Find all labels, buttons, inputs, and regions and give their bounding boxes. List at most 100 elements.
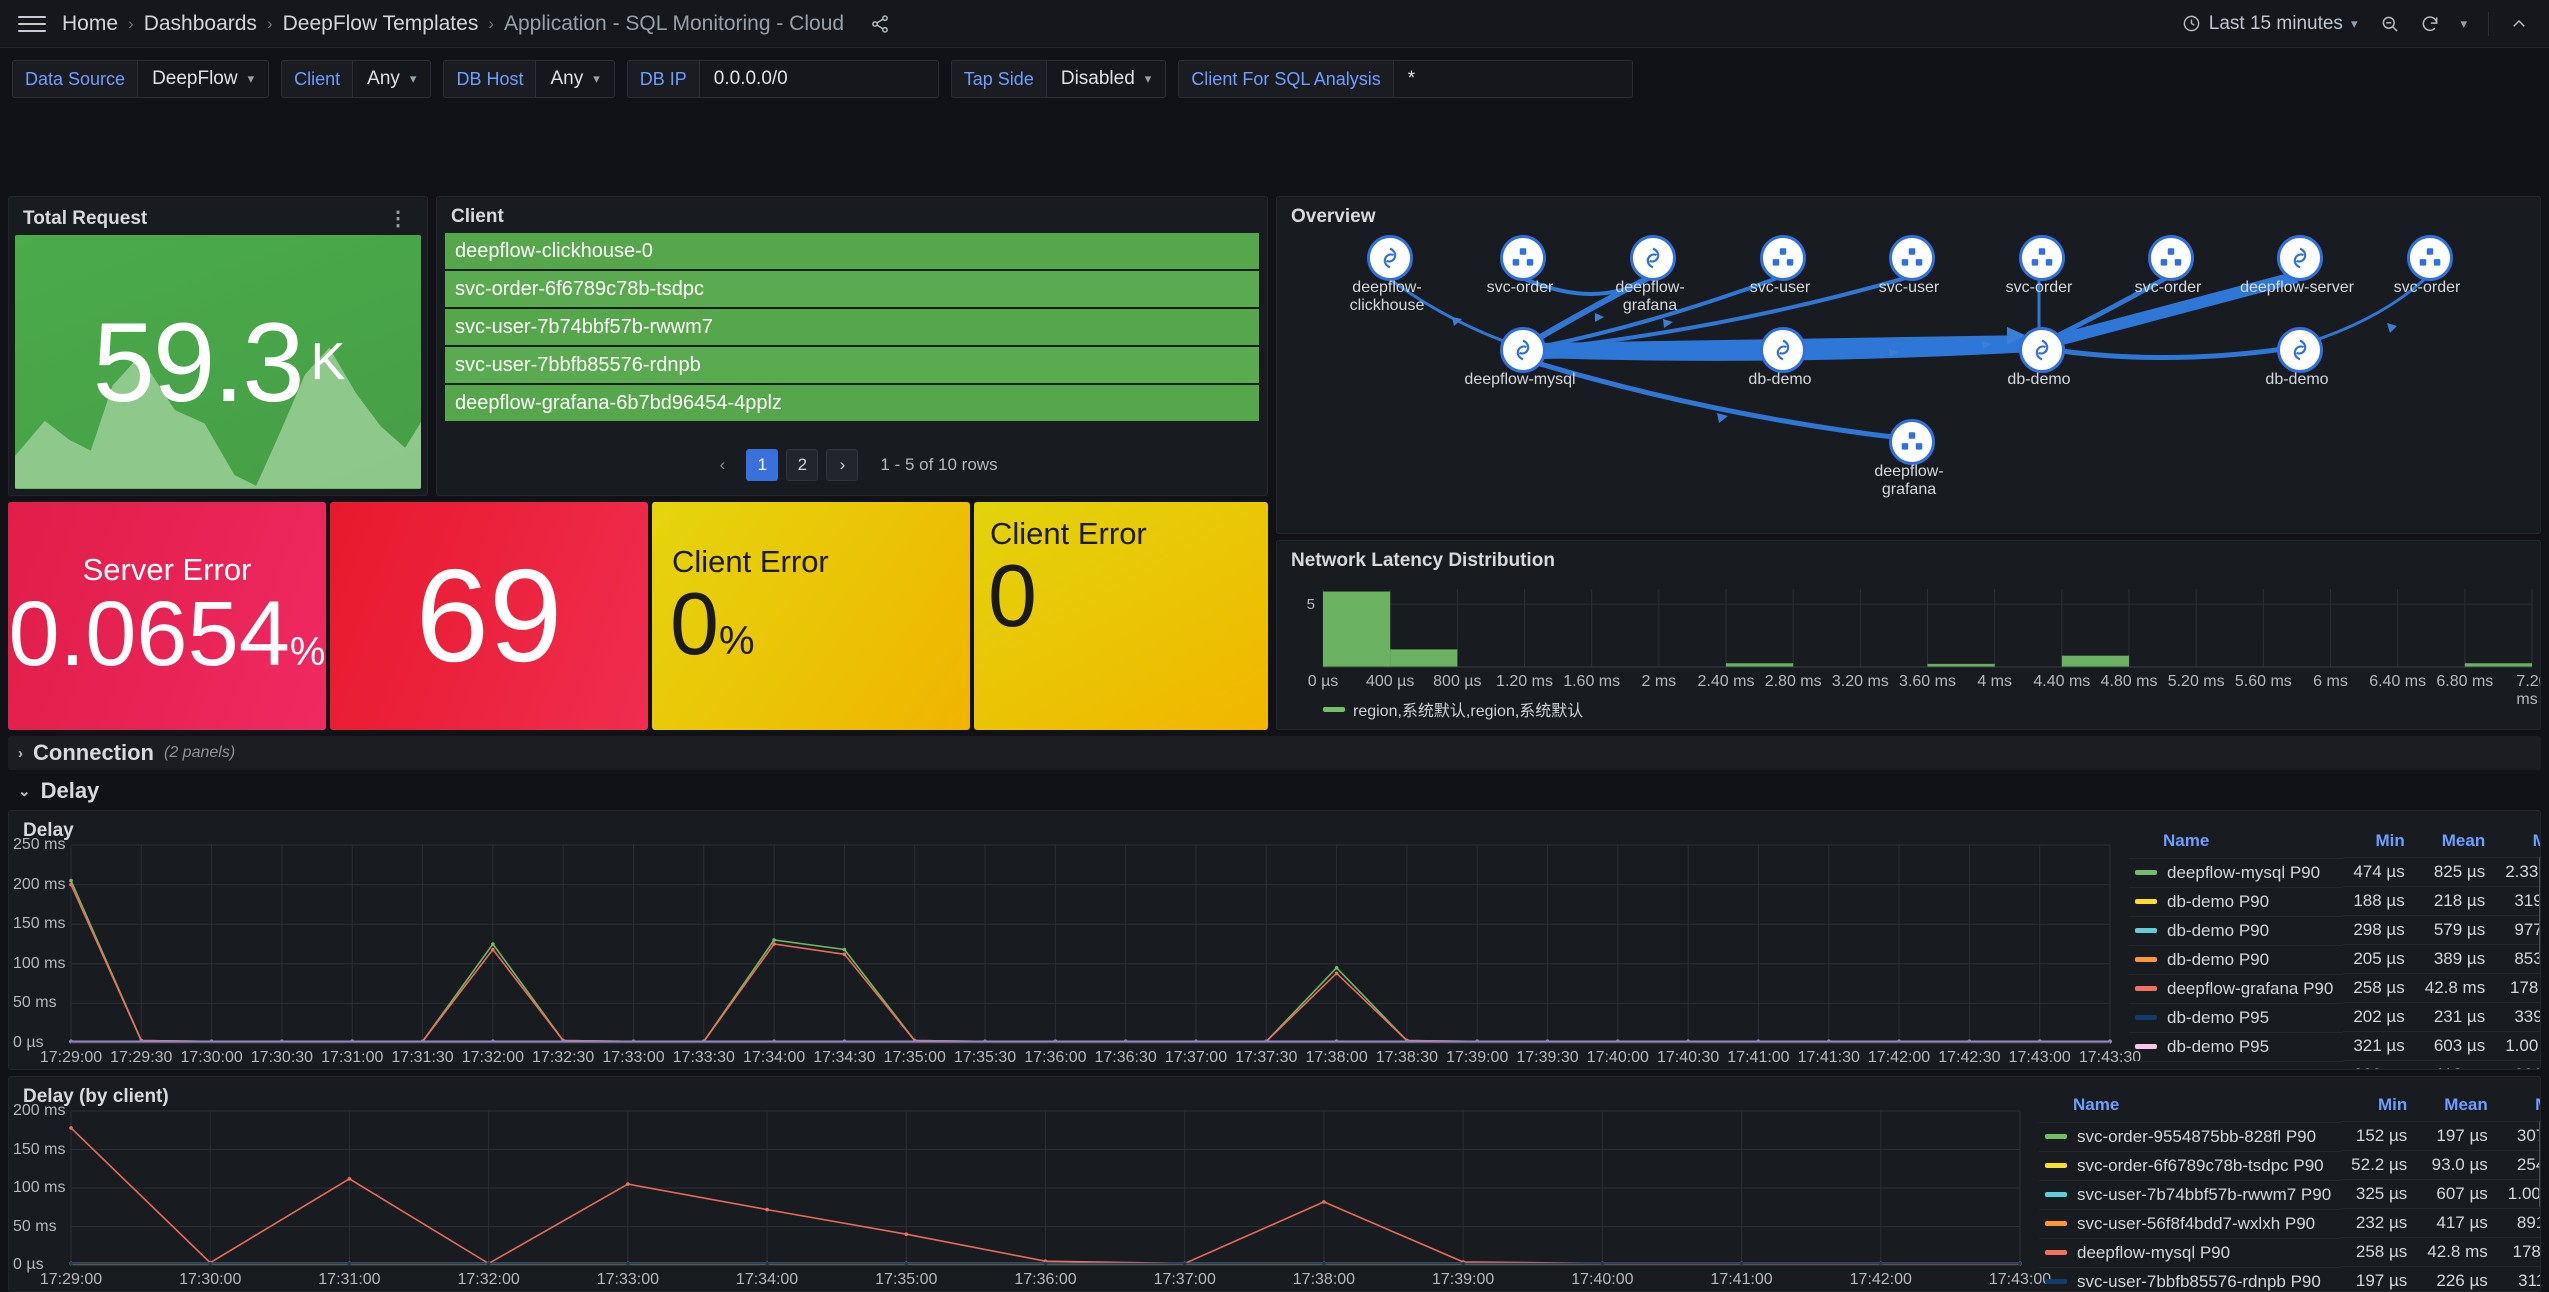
time-range-picker[interactable]: Last 15 minutes ▾ <box>2176 9 2364 39</box>
topology-node-k8s-pod-icon[interactable] <box>1889 419 1935 465</box>
legend-row[interactable]: db-demo P95229 µs413 µs886 µs <box>2129 1061 2541 1071</box>
legend-row[interactable]: db-demo P90205 µs389 µs853 µs <box>2129 945 2541 974</box>
legend-max-value: 977 µs <box>2495 916 2541 945</box>
panel-client-error-count[interactable]: Client Error 0 <box>974 502 1268 730</box>
legend-color-swatch <box>2135 986 2157 991</box>
variable-select-client[interactable]: Any ▾ <box>352 60 431 98</box>
table-row[interactable]: svc-user-7b74bbf57b-rwwm7 <box>445 309 1259 345</box>
topology-node-deepflow-icon[interactable] <box>1630 235 1676 281</box>
variable-label-db-host[interactable]: DB Host <box>443 60 535 98</box>
variable-label-client[interactable]: Client <box>281 60 352 98</box>
collapse-toolbar-button[interactable] <box>2507 12 2531 36</box>
variable-bar: Data Source DeepFlow ▾ Client Any ▾ DB H… <box>0 48 2549 108</box>
legend-mean-value: 825 µs <box>2415 858 2495 887</box>
legend-col-name[interactable]: Name <box>2129 829 2343 858</box>
legend-series-name: svc-order-6f6789c78b-tsdpc P90 <box>2039 1151 2341 1180</box>
legend-col-mean[interactable]: Mean <box>2415 829 2495 858</box>
legend-row[interactable]: svc-user-7bbfb85576-rdnpb P90197 µs226 µ… <box>2039 1267 2541 1292</box>
histogram-plot[interactable]: 5 0 µs400 µs800 µs1.20 ms1.60 ms2 ms2.40… <box>1277 575 2540 729</box>
panel-server-error-percent[interactable]: Server Error 0.0654% <box>8 502 326 730</box>
variable-label-tap-side[interactable]: Tap Side <box>951 60 1046 98</box>
table-row[interactable]: deepflow-clickhouse-0 <box>445 233 1259 269</box>
breadcrumb-item-deepflow-templates[interactable]: DeepFlow Templates <box>283 12 479 36</box>
row-header-connection[interactable]: › Connection (2 panels) <box>8 736 2541 770</box>
table-row[interactable]: deepflow-grafana-6b7bd96454-4pplz <box>445 385 1259 421</box>
variable-input-client-for-sql-analysis[interactable]: * <box>1393 60 1633 98</box>
topology-node-k8s-pod-icon[interactable] <box>2019 235 2065 281</box>
legend-col-max[interactable]: Max <box>2495 829 2541 858</box>
zoom-out-button[interactable] <box>2377 11 2403 37</box>
topology-node-deepflow-icon[interactable] <box>2019 327 2065 373</box>
legend-row[interactable]: db-demo P95202 µs231 µs339 µs <box>2129 1003 2541 1032</box>
axis-tick-label: 17:36:30 <box>1095 1049 1157 1067</box>
refresh-interval-chevron-icon[interactable]: ▾ <box>2457 13 2470 35</box>
legend-row[interactable]: db-demo P90298 µs579 µs977 µs <box>2129 916 2541 945</box>
legend-row[interactable]: svc-user-56f8f4bdd7-wxlxh P90232 µs417 µ… <box>2039 1209 2541 1238</box>
topology-node-k8s-pod-icon[interactable] <box>2407 235 2453 281</box>
legend-row[interactable]: deepflow-mysql P90474 µs825 µs2.33 ms <box>2129 858 2541 887</box>
legend-max-value: 178 ms <box>2495 974 2541 1003</box>
legend-col-mean[interactable]: Mean <box>2417 1093 2497 1122</box>
delay-by-client-legend-table[interactable]: Name Min Mean Max svc-order-9554875bb-82… <box>2039 1093 2541 1292</box>
legend-series-label: svc-user-56f8f4bdd7-wxlxh P90 <box>2077 1214 2315 1234</box>
topology-node-deepflow-icon[interactable] <box>1367 235 1413 281</box>
pagination-page-2[interactable]: 2 <box>786 449 818 481</box>
row-header-delay[interactable]: ⌄ Delay <box>8 776 2541 806</box>
legend-row[interactable]: deepflow-grafana P90258 µs42.8 ms178 ms <box>2129 974 2541 1003</box>
variable-label-db-ip[interactable]: DB IP <box>627 60 699 98</box>
legend-col-name[interactable]: Name <box>2039 1093 2341 1122</box>
breadcrumb: Home › Dashboards › DeepFlow Templates ›… <box>62 12 890 36</box>
topology-node-deepflow-icon[interactable] <box>2277 235 2323 281</box>
legend-max-value: 339 µs <box>2495 1003 2541 1032</box>
legend-row[interactable]: db-demo P90188 µs218 µs319 µs <box>2129 887 2541 916</box>
topology-graph[interactable]: deepflow- clickhousesvc-orderdeepflow- g… <box>1277 227 2540 533</box>
legend-row[interactable]: deepflow-mysql P90258 µs42.8 ms178 ms <box>2039 1238 2541 1267</box>
pagination-page-1[interactable]: 1 <box>746 449 778 481</box>
variable-select-db-host[interactable]: Any ▾ <box>535 60 614 98</box>
breadcrumb-item-dashboards[interactable]: Dashboards <box>144 12 257 36</box>
legend-row[interactable]: svc-user-7b74bbf57b-rwwm7 P90325 µs607 µ… <box>2039 1180 2541 1209</box>
topology-node-deepflow-icon[interactable] <box>1760 327 1806 373</box>
axis-tick-label: 17:31:00 <box>318 1271 380 1289</box>
panel-title-text: Total Request <box>23 208 147 230</box>
pagination-next-button[interactable]: › <box>826 449 858 481</box>
topology-node-k8s-pod-icon[interactable] <box>2148 235 2194 281</box>
histogram-legend[interactable]: region,系统默认,region,系统默认 <box>1323 697 1583 721</box>
topology-node-deepflow-icon[interactable] <box>1500 327 1546 373</box>
variable-input-db-ip[interactable]: 0.0.0.0/0 <box>699 60 939 98</box>
panel-client-error-percent[interactable]: Client Error 0% <box>652 502 970 730</box>
variable-select-data-source[interactable]: DeepFlow ▾ <box>137 60 269 98</box>
legend-row[interactable]: svc-order-6f6789c78b-tsdpc P9052.2 µs93.… <box>2039 1151 2541 1180</box>
pagination-prev-button[interactable]: ‹ <box>706 449 738 481</box>
topology-node-k8s-pod-icon[interactable] <box>1500 235 1546 281</box>
menu-toggle-icon[interactable] <box>18 10 46 38</box>
topology-node-k8s-pod-icon[interactable] <box>1760 235 1806 281</box>
legend-col-min[interactable]: Min <box>2341 1093 2417 1122</box>
axis-tick-label: 17:36:00 <box>1024 1049 1086 1067</box>
legend-scrollbar[interactable] <box>2539 1119 2541 1209</box>
topology-node-deepflow-icon[interactable] <box>2277 327 2323 373</box>
legend-row[interactable]: svc-order-9554875bb-828fl P90152 µs197 µ… <box>2039 1122 2541 1151</box>
panel-menu-icon[interactable]: ⋮ <box>382 206 415 231</box>
legend-row[interactable]: db-demo P95321 µs603 µs1.00 ms <box>2129 1032 2541 1061</box>
delay-legend-table[interactable]: Name Min Mean Max deepflow-mysql P90474 … <box>2129 829 2541 1070</box>
table-row[interactable]: svc-user-7bbfb85576-rdnpb <box>445 347 1259 383</box>
table-row[interactable]: svc-order-6f6789c78b-tsdpc <box>445 271 1259 307</box>
variable-label-data-source[interactable]: Data Source <box>12 60 137 98</box>
variable-select-tap-side[interactable]: Disabled ▾ <box>1046 60 1166 98</box>
axis-tick-label: 17:33:00 <box>597 1271 659 1289</box>
refresh-button[interactable] <box>2417 11 2443 37</box>
share-icon[interactable] <box>870 14 890 34</box>
legend-scrollbar[interactable] <box>2539 855 2541 965</box>
client-table-rows: deepflow-clickhouse-0 svc-order-6f6789c7… <box>445 233 1259 421</box>
legend-max-value: 178 ms <box>2498 1238 2541 1267</box>
topology-node-k8s-pod-icon[interactable] <box>1889 235 1935 281</box>
variable-label-client-for-sql-analysis[interactable]: Client For SQL Analysis <box>1178 60 1392 98</box>
breadcrumb-item-home[interactable]: Home <box>62 12 118 36</box>
stat-body: Client Error 0 <box>974 502 1268 730</box>
legend-col-min[interactable]: Min <box>2343 829 2414 858</box>
axis-tick-label: 150 ms <box>13 1141 65 1159</box>
axis-tick-label: 17:40:00 <box>1587 1049 1649 1067</box>
legend-col-max[interactable]: Max <box>2498 1093 2541 1122</box>
panel-server-error-count[interactable]: 69 <box>330 502 648 730</box>
